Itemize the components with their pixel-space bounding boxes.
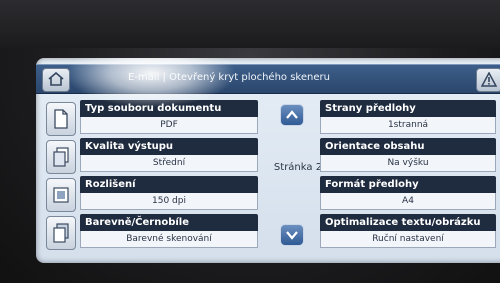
page-indicator: Stránka 2 bbox=[273, 162, 323, 173]
option-original-size[interactable]: Formát předlohy A4 bbox=[320, 176, 496, 212]
home-button[interactable] bbox=[42, 68, 70, 92]
option-label: Rozlišení bbox=[80, 176, 258, 193]
option-label: Orientace obsahu bbox=[320, 138, 496, 155]
option-value: Na výšku bbox=[320, 155, 496, 172]
document-icon bbox=[46, 102, 76, 136]
option-label: Optimalizace textu/obrázku bbox=[320, 214, 496, 231]
option-label: Typ souboru dokumentu bbox=[80, 100, 258, 117]
option-value: A4 bbox=[320, 193, 496, 210]
option-value: Barevné skenování bbox=[80, 231, 258, 248]
option-label: Kvalita výstupu bbox=[80, 138, 258, 155]
warning-icon bbox=[481, 72, 497, 87]
title-bar: E-mail | Otevřený kryt plochého skeneru bbox=[36, 64, 500, 94]
option-value: PDF bbox=[80, 117, 258, 134]
option-value: Ruční nastavení bbox=[320, 231, 496, 248]
screen-title: E-mail | Otevřený kryt plochého skeneru bbox=[128, 72, 330, 83]
option-value: Střední bbox=[80, 155, 258, 172]
option-document-file-type[interactable]: Typ souboru dokumentu PDF bbox=[46, 100, 258, 136]
option-label: Barevně/Černobíle bbox=[80, 214, 258, 231]
device-top-edge bbox=[0, 0, 500, 48]
option-original-sides[interactable]: Strany předlohy 1stranná bbox=[320, 100, 496, 136]
option-text-image-optimization[interactable]: Optimalizace textu/obrázku Ruční nastave… bbox=[320, 214, 496, 250]
home-icon bbox=[48, 72, 64, 86]
scroll-down-button[interactable] bbox=[280, 224, 304, 246]
option-label: Strany předlohy bbox=[320, 100, 496, 117]
option-label: Formát předlohy bbox=[320, 176, 496, 193]
option-content-orientation[interactable]: Orientace obsahu Na výšku bbox=[320, 138, 496, 174]
warning-button[interactable] bbox=[476, 68, 500, 92]
option-output-quality[interactable]: Kvalita výstupu Střední bbox=[46, 138, 258, 174]
option-value: 1stranná bbox=[320, 117, 496, 134]
color-icon bbox=[46, 216, 76, 250]
chevron-up-icon bbox=[286, 110, 298, 119]
touch-screen: E-mail | Otevřený kryt plochého skeneru … bbox=[36, 58, 500, 263]
option-resolution[interactable]: Rozlišení 150 dpi bbox=[46, 176, 258, 212]
chevron-down-icon bbox=[286, 231, 298, 240]
scroll-up-button[interactable] bbox=[280, 104, 304, 126]
pages-icon bbox=[46, 140, 76, 174]
resolution-icon bbox=[46, 178, 76, 212]
option-color-mode[interactable]: Barevně/Černobíle Barevné skenování bbox=[46, 214, 258, 250]
option-value: 150 dpi bbox=[80, 193, 258, 210]
